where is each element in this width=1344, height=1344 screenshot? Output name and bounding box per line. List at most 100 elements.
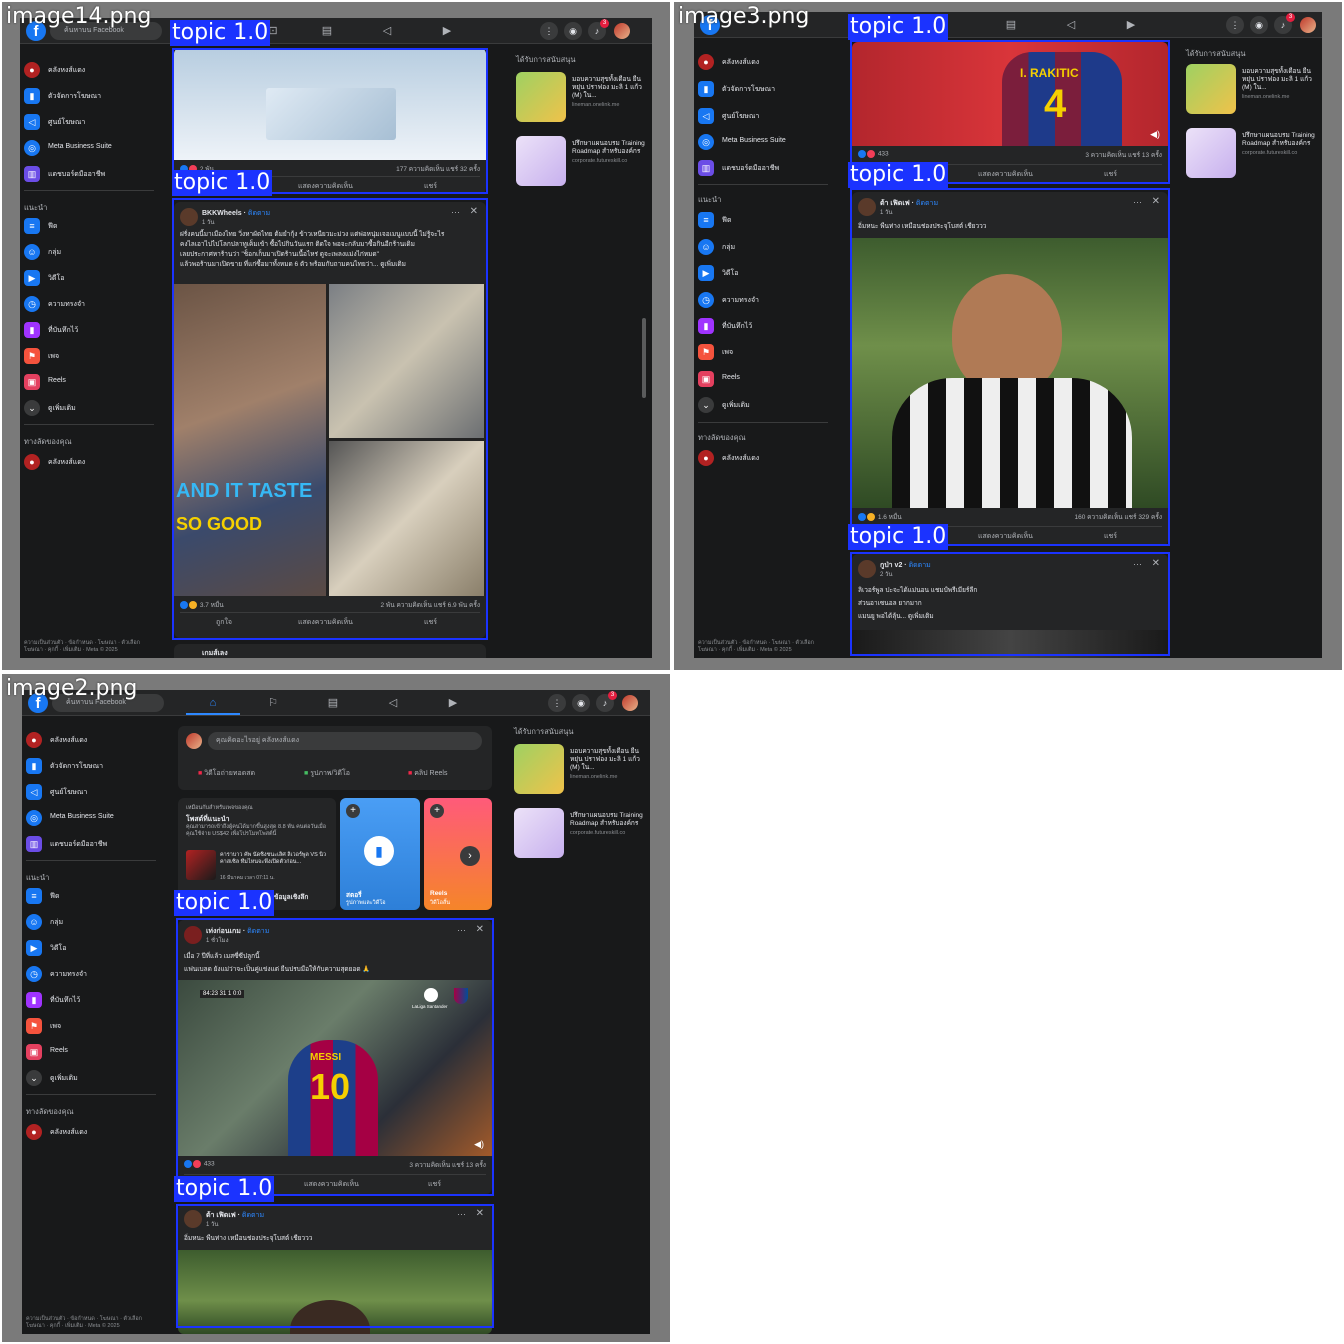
sidebar-item-feed[interactable]: ≡ ฟีด — [26, 886, 166, 906]
profile-avatar[interactable] — [1300, 17, 1316, 33]
ad-item[interactable]: มอบความสุขทั้งเดือน ยืนหยุ่น ปราฟอง มะลิ… — [1186, 64, 1322, 120]
page-avatar-icon: ● — [26, 732, 42, 748]
sidebar-item-page[interactable]: ● คลังหงส์แดง — [26, 730, 166, 750]
sidebar-item-ad-center[interactable]: ◁ ศูนย์โฆษณา — [698, 106, 838, 126]
profile-avatar[interactable] — [614, 23, 630, 39]
notifications-bell-icon[interactable]: ♪ 3 — [1274, 13, 1295, 34]
sidebar-item-feed[interactable]: ≡ ฟีด — [24, 216, 164, 236]
sidebar-item-pages[interactable]: ⚑ เพจ — [24, 346, 164, 366]
sidebar-item-video[interactable]: ▶ วิดีโอ — [24, 268, 164, 288]
sidebar-item-reels[interactable]: ▣ Reels — [24, 372, 164, 392]
menu-grid-icon[interactable]: ⋮ — [540, 22, 558, 40]
sidebar-item-video[interactable]: ▶ วิดีโอ — [698, 263, 838, 283]
sidebar-item-reels[interactable]: ▣ Reels — [26, 1042, 166, 1062]
divider — [26, 1094, 156, 1095]
story-create-card[interactable]: + ▮ สตอรี่ รูปภาพและวิดีโอ — [340, 798, 420, 910]
ad-item[interactable]: ปรึกษาแผนอบรม Training Roadmap สำหรับองค… — [516, 136, 652, 192]
sidebar-item-memories[interactable]: ◷ ความทรงจำ — [698, 290, 838, 310]
profile-avatar[interactable] — [622, 695, 638, 711]
ad-item[interactable]: ปรึกษาแผนอบรม Training Roadmap สำหรับองค… — [514, 808, 650, 864]
notifications-bell-icon[interactable]: ♪ 3 — [588, 19, 609, 40]
sidebar-item-pages[interactable]: ⚑ เพจ — [698, 342, 838, 362]
ad-item[interactable]: มอบความสุขทั้งเดือน ยืนหยุ่น ปราฟอง มะลิ… — [516, 72, 652, 128]
sidebar-item-reels[interactable]: ▣ Reels — [698, 369, 838, 389]
sidebar-item-ad-center[interactable]: ◁ ศูนย์โฆษณา — [24, 112, 164, 132]
page-avatar-icon: ● — [24, 454, 40, 470]
footer-links[interactable]: ความเป็นส่วนตัว · ข้อกำหนด · โฆษณา · ตัว… — [26, 1316, 156, 1330]
chevron-down-icon: ⌄ — [24, 400, 40, 416]
sidebar-item-ads-manager[interactable]: ▮ ตัวจัดการโฆษณา — [698, 79, 838, 99]
sidebar-item-dashboard[interactable]: ▥ แดชบอร์ดมืออาชีพ — [698, 158, 838, 178]
sidebar-shortcut-page[interactable]: ● คลังหงส์แดง — [26, 1122, 166, 1142]
groups-icon: ☺ — [698, 239, 714, 255]
sidebar-item-business-suite[interactable]: ◎ Meta Business Suite — [26, 808, 166, 828]
composer-live-video[interactable]: ■ วิดีโอถ่ายทอดสด — [198, 768, 255, 779]
notifications-bell-icon[interactable]: ♪ 3 — [596, 691, 617, 712]
sidebar-item-groups[interactable]: ☺ กลุ่ม — [26, 912, 166, 932]
messenger-icon[interactable]: ◉ — [1250, 16, 1268, 34]
megaphone-nav-icon[interactable]: ◁ — [380, 24, 394, 38]
sidebar-item-see-more[interactable]: ⌄ ดูเพิ่มเติม — [26, 1068, 166, 1088]
composer-photo-video[interactable]: ■ รูปภาพ/วิดีโอ — [304, 768, 350, 779]
sidebar-item-page[interactable]: ● คลังหงส์แดง — [24, 60, 164, 80]
sidebar-item-ad-center[interactable]: ◁ ศูนย์โฆษณา — [26, 782, 166, 802]
composer-input[interactable]: คุณคิดอะไรอยู่ คลังหงส์แดง — [208, 732, 482, 750]
megaphone-nav-icon[interactable]: ◁ — [1064, 18, 1078, 32]
detection-label: topic 1.0 — [170, 20, 271, 46]
post-author-name[interactable]: เกมส์เลง — [202, 648, 228, 658]
flag-nav-icon[interactable]: ⚐ — [266, 696, 280, 710]
sidebar-item-ads-manager[interactable]: ▮ ตัวจัดการโฆษณา — [26, 756, 166, 776]
sidebar-item-saved[interactable]: ▮ ที่บันทึกไว้ — [26, 990, 166, 1010]
sidebar-item-video[interactable]: ▶ วิดีโอ — [26, 938, 166, 958]
detection-box — [176, 1204, 494, 1328]
ads-nav-icon[interactable]: ▤ — [326, 696, 340, 710]
ad-item[interactable]: ปรึกษาแผนอบรม Training Roadmap สำหรับองค… — [1186, 128, 1322, 184]
sidebar-item-dashboard[interactable]: ▥ แดชบอร์ดมืออาชีพ — [26, 834, 166, 854]
ads-nav-icon[interactable]: ▤ — [320, 24, 334, 38]
home-nav-icon[interactable]: ⌂ — [206, 696, 220, 710]
video-nav-icon[interactable]: ▶ — [440, 24, 454, 38]
sidebar-item-see-more[interactable]: ⌄ ดูเพิ่มเติม — [698, 395, 838, 415]
suggested-item[interactable]: คาราบาว คัพ นัดชิงชนะเลิศ ลิเวอร์พูล VS … — [220, 852, 332, 866]
section-recommended: แนะนำ — [698, 195, 722, 204]
feed-icon: ≡ — [26, 888, 42, 904]
video-nav-icon[interactable]: ▶ — [1124, 18, 1138, 32]
chevron-right-icon[interactable]: › — [460, 846, 480, 866]
sidebar-shortcut-page[interactable]: ● คลังหงส์แดง — [24, 452, 164, 472]
sidebar-item-groups[interactable]: ☺ กลุ่ม — [698, 237, 838, 257]
footer-links[interactable]: ความเป็นส่วนตัว · ข้อกำหนด · โฆษณา · ตัว… — [24, 640, 154, 654]
sidebar-item-groups[interactable]: ☺ กลุ่ม — [24, 242, 164, 262]
bar-chart-icon: ▮ — [698, 81, 714, 97]
sidebar-item-page[interactable]: ● คลังหงส์แดง — [698, 52, 838, 72]
meta-business-icon: ◎ — [24, 140, 40, 156]
insights-button[interactable]: ข้อมูลเชิงลึก — [274, 892, 308, 902]
composer-reels[interactable]: ■ คลิป Reels — [408, 768, 447, 779]
sidebar-item-memories[interactable]: ◷ ความทรงจำ — [24, 294, 164, 314]
sidebar-shortcut-page[interactable]: ● คลังหงส์แดง — [698, 448, 838, 468]
composer-avatar[interactable] — [186, 733, 202, 749]
sidebar-item-dashboard[interactable]: ▥ แดชบอร์ดมืออาชีพ — [24, 164, 164, 184]
right-column: ได้รับการสนับสนุน มอบความสุขทั้งเดือน ยื… — [510, 48, 652, 348]
sidebar-item-saved[interactable]: ▮ ที่บันทึกไว้ — [698, 316, 838, 336]
messenger-icon[interactable]: ◉ — [564, 22, 582, 40]
sidebar-item-business-suite[interactable]: ◎ Meta Business Suite — [24, 138, 164, 158]
sidebar-item-ads-manager[interactable]: ▮ ตัวจัดการโฆษณา — [24, 86, 164, 106]
sidebar-item-saved[interactable]: ▮ ที่บันทึกไว้ — [24, 320, 164, 340]
sidebar-item-see-more[interactable]: ⌄ ดูเพิ่มเติม — [24, 398, 164, 418]
video-nav-icon[interactable]: ▶ — [446, 696, 460, 710]
ad-item[interactable]: มอบความสุขทั้งเดือน ยืนหยุ่น ปราฟอง มะลิ… — [514, 744, 650, 800]
tile-label: image3.png — [678, 4, 810, 29]
sidebar-item-memories[interactable]: ◷ ความทรงจำ — [26, 964, 166, 984]
messenger-icon[interactable]: ◉ — [572, 694, 590, 712]
menu-grid-icon[interactable]: ⋮ — [548, 694, 566, 712]
megaphone-nav-icon[interactable]: ◁ — [386, 696, 400, 710]
flag-icon: ⚑ — [24, 348, 40, 364]
reels-create-card[interactable]: + Reels วิดีโอสั้น › — [424, 798, 492, 910]
sidebar-item-feed[interactable]: ≡ ฟีด — [698, 210, 838, 230]
ads-nav-icon[interactable]: ▤ — [1004, 18, 1018, 32]
sidebar-item-pages[interactable]: ⚑ เพจ — [26, 1016, 166, 1036]
photo-icon: ■ — [304, 770, 309, 777]
menu-grid-icon[interactable]: ⋮ — [1226, 16, 1244, 34]
footer-links[interactable]: ความเป็นส่วนตัว · ข้อกำหนด · โฆษณา · ตัว… — [698, 640, 828, 654]
sidebar-item-business-suite[interactable]: ◎ Meta Business Suite — [698, 132, 838, 152]
